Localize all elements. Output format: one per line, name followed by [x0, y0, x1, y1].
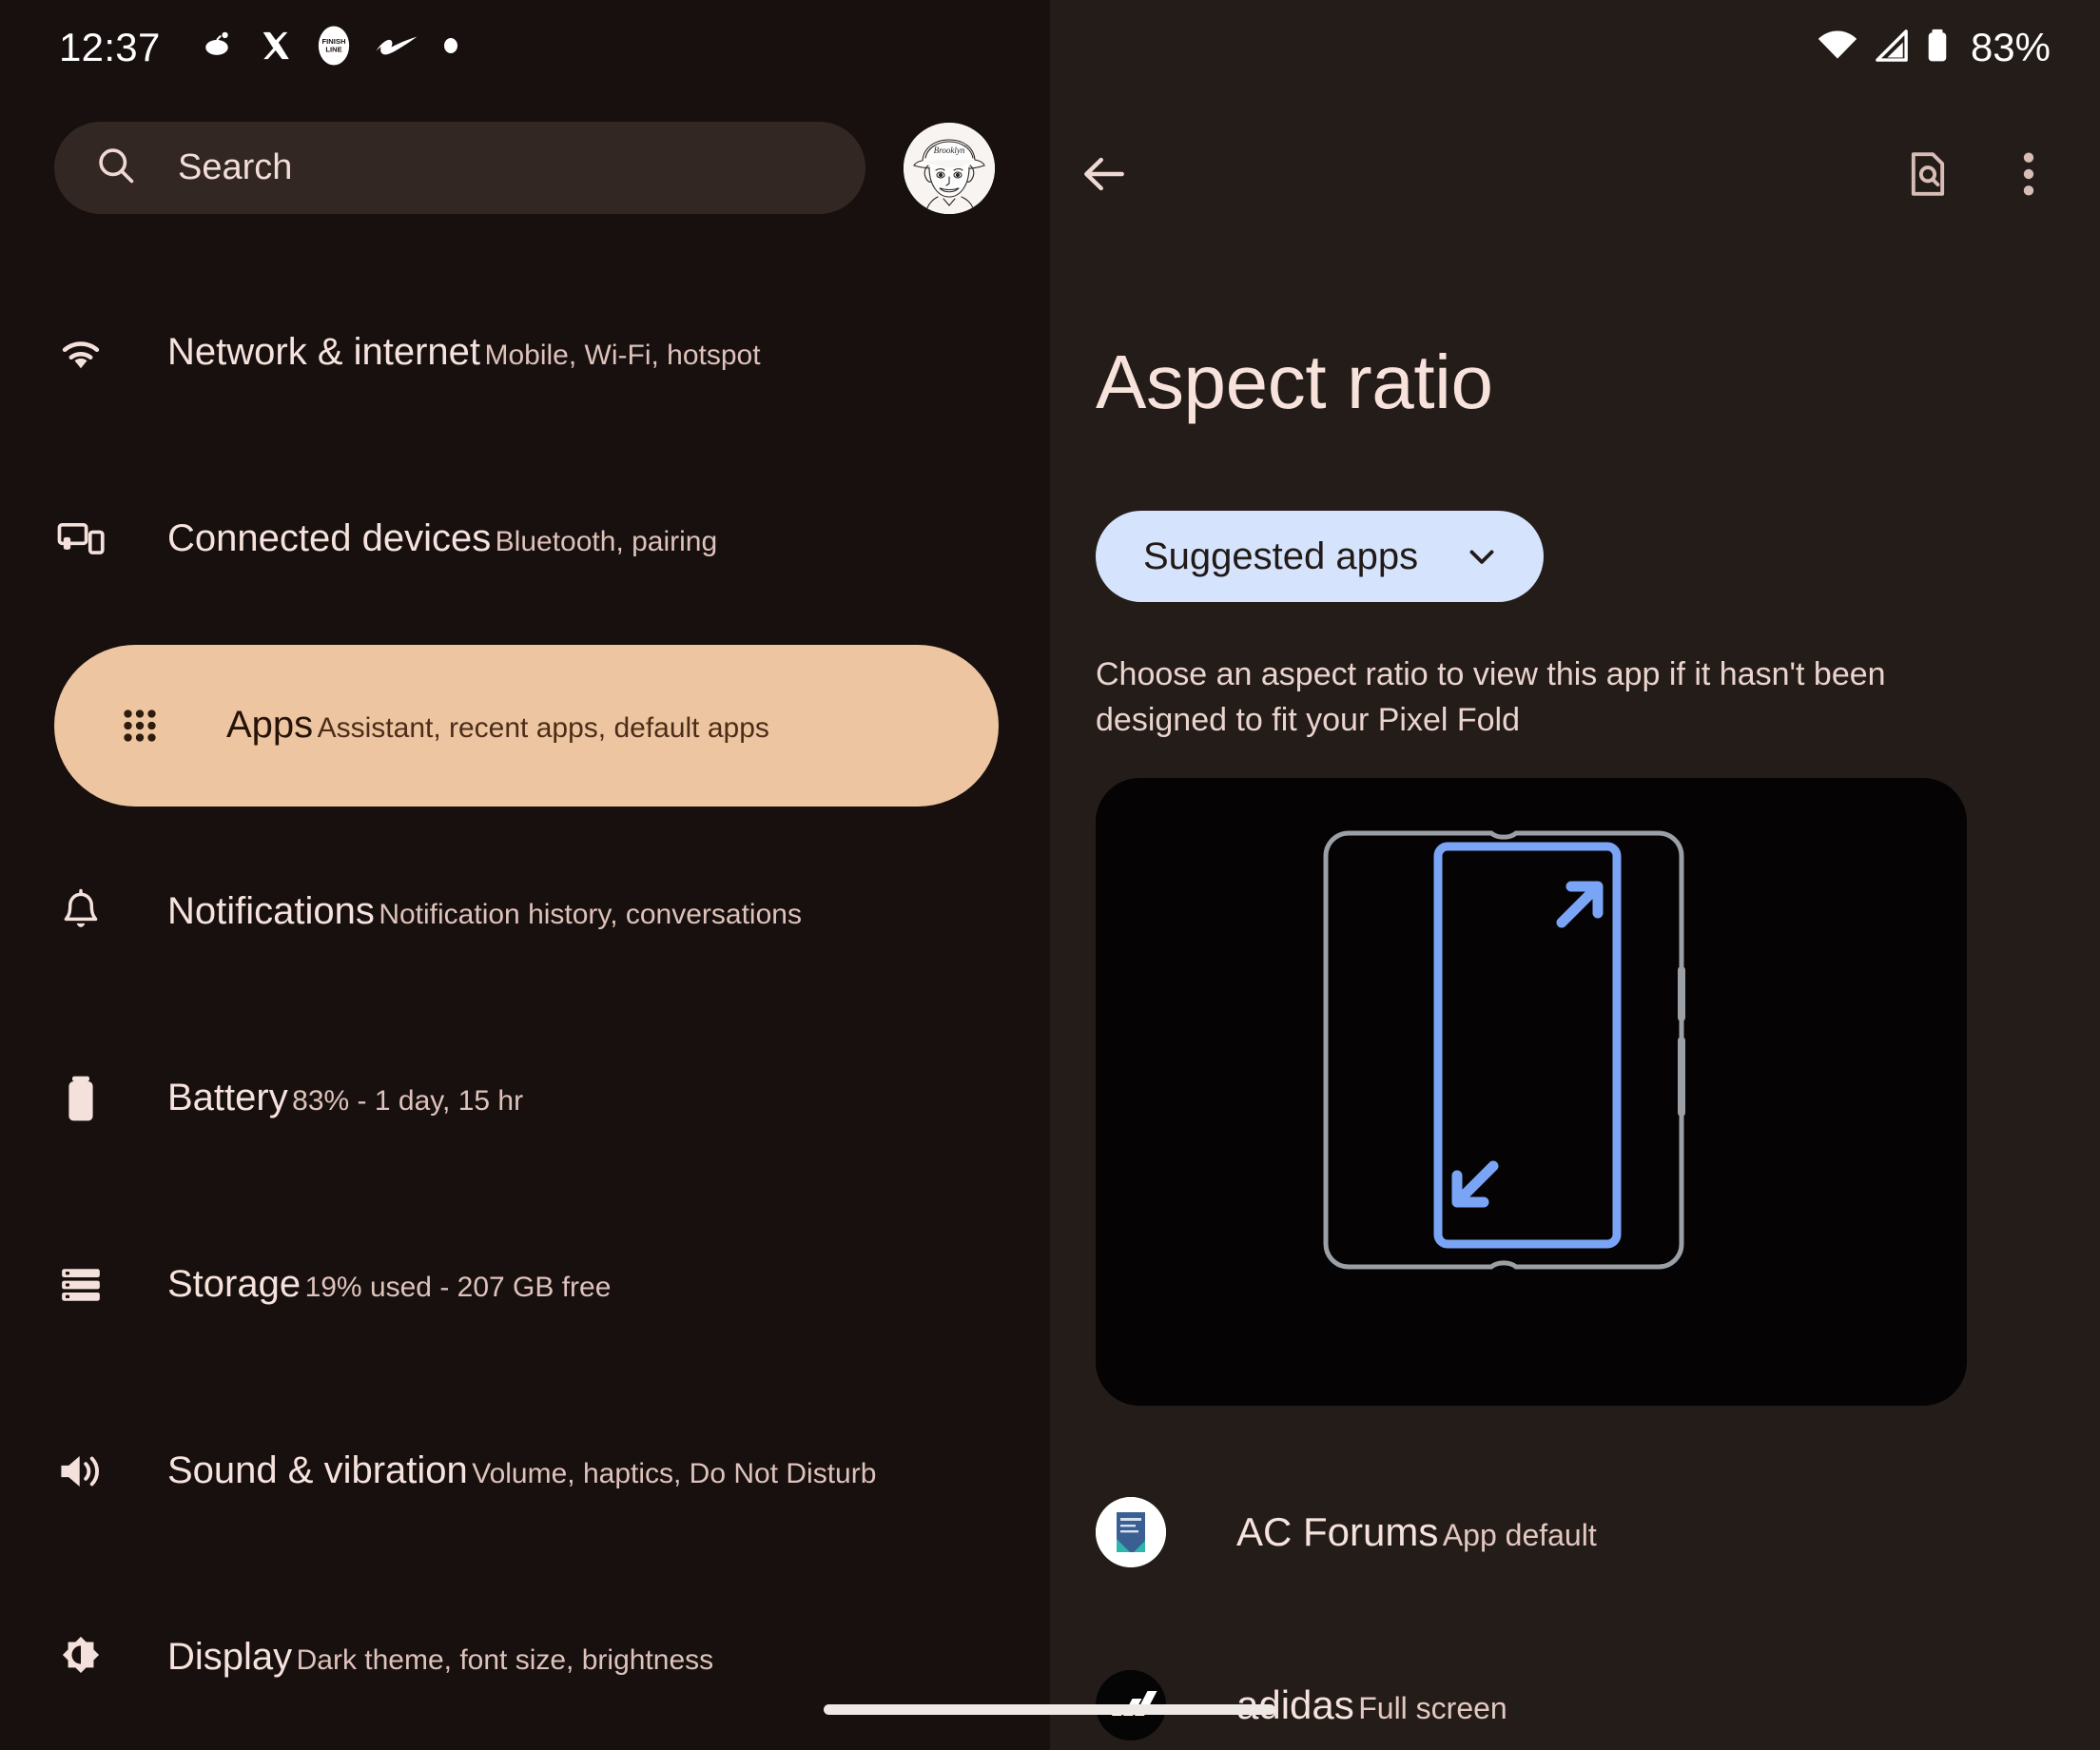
- back-arrow-icon: [1078, 147, 1131, 205]
- page-search-button[interactable]: [1891, 139, 1965, 213]
- sidebar-item-text: Apps Assistant, recent apps, default app…: [226, 704, 769, 748]
- status-bar-left: 12:37 FINISH LINE: [0, 0, 1050, 95]
- battery-icon: [1925, 28, 1950, 68]
- search-input[interactable]: Search: [54, 122, 865, 214]
- svg-text:FINISH: FINISH: [321, 36, 345, 45]
- x-twitter-icon: [260, 29, 292, 67]
- sidebar-item-subtitle: Volume, haptics, Do Not Disturb: [472, 1458, 877, 1490]
- list-item[interactable]: adidas Full screen: [1050, 1619, 2100, 1750]
- sidebar-item-title: Display: [167, 1636, 293, 1679]
- sidebar-item-text: Connected devices Bluetooth, pairing: [167, 517, 717, 561]
- sidebar-item-subtitle: Assistant, recent apps, default apps: [317, 712, 769, 745]
- status-clock: 12:37: [59, 25, 161, 69]
- wifi-icon: [1817, 29, 1858, 67]
- battery-icon: [54, 1073, 107, 1124]
- reddit-icon: [199, 28, 235, 68]
- list-item[interactable]: AC Forums App default: [1050, 1446, 2100, 1619]
- sidebar-item-subtitle: Bluetooth, pairing: [495, 526, 718, 558]
- search-placeholder: Search: [178, 147, 293, 187]
- filter-chip-label: Suggested apps: [1143, 535, 1419, 577]
- sidebar-item-title: Apps: [226, 704, 314, 747]
- settings-menu-list: Network & internet Mobile, Wi-Fi, hotspo…: [0, 272, 1050, 1750]
- sidebar-item-title: Network & internet: [167, 331, 481, 374]
- aspect-ratio-detail-pane: 83% Aspect ratio Suggested apps Choose a…: [1050, 0, 2100, 1750]
- svg-text:LINE: LINE: [325, 45, 341, 53]
- ac-forums-icon: [1096, 1497, 1166, 1567]
- sidebar-item-network-internet[interactable]: Network & internet Mobile, Wi-Fi, hotspo…: [0, 272, 1050, 434]
- connected-devices-icon: [54, 518, 107, 560]
- sidebar-item-subtitle: Dark theme, font size, brightness: [296, 1644, 714, 1677]
- sidebar-item-title: Storage: [167, 1263, 301, 1306]
- app-text: adidas Full screen: [1236, 1682, 1507, 1727]
- sidebar-item-subtitle: Notification history, conversations: [379, 899, 802, 931]
- sidebar-item-text: Sound & vibration Volume, haptics, Do No…: [167, 1449, 876, 1493]
- search-row: Search Brooklyn: [0, 122, 1050, 214]
- wifi-icon: [54, 332, 107, 374]
- svg-text:Brooklyn: Brooklyn: [934, 146, 965, 155]
- bell-icon: [54, 887, 107, 937]
- back-button[interactable]: [1051, 147, 1131, 205]
- aspect-ratio-preview: [1096, 778, 1967, 1406]
- sidebar-item-subtitle: Mobile, Wi-Fi, hotspot: [484, 340, 761, 372]
- chevron-down-icon: [1462, 536, 1502, 576]
- app-bar-actions: [1891, 139, 2100, 213]
- settings-two-pane-screen: 12:37 FINISH LINE Search Brooklyn Networ…: [0, 0, 2100, 1750]
- more-vertical-icon: [2022, 149, 2035, 204]
- app-status: Full screen: [1358, 1690, 1507, 1725]
- page-search-icon: [1905, 149, 1951, 204]
- sidebar-item-text: Storage 19% used - 207 GB free: [167, 1263, 611, 1307]
- sidebar-item-title: Notifications: [167, 890, 375, 933]
- sidebar-item-storage[interactable]: Storage 19% used - 207 GB free: [0, 1204, 1050, 1366]
- gesture-nav-pill[interactable]: [824, 1704, 1275, 1715]
- finish-line-icon: FINISH LINE: [317, 25, 351, 71]
- app-status: App default: [1442, 1517, 1597, 1552]
- aspect-ratio-description: Choose an aspect ratio to view this app …: [1096, 656, 1886, 739]
- sidebar-item-text: Notifications Notification history, conv…: [167, 890, 802, 934]
- app-name: AC Forums: [1236, 1508, 1439, 1554]
- settings-list-pane: 12:37 FINISH LINE Search Brooklyn Networ…: [0, 0, 1050, 1750]
- brightness-icon: [54, 1633, 107, 1682]
- sidebar-item-title: Connected devices: [167, 517, 492, 560]
- sidebar-item-text: Battery 83% - 1 day, 15 hr: [167, 1077, 523, 1120]
- app-text: AC Forums App default: [1236, 1508, 1597, 1554]
- sidebar-item-title: Battery: [167, 1077, 288, 1119]
- sidebar-item-text: Network & internet Mobile, Wi-Fi, hotspo…: [167, 331, 761, 375]
- dot-icon: [442, 37, 459, 59]
- sidebar-item-sound-vibration[interactable]: Sound & vibration Volume, haptics, Do No…: [0, 1390, 1050, 1552]
- nike-swoosh-icon: [376, 36, 418, 60]
- cellular-signal-icon: [1874, 29, 1910, 67]
- pixel-fold-outline: [1323, 830, 1685, 1270]
- detail-app-bar: [1050, 124, 2100, 228]
- sidebar-item-subtitle: 19% used - 207 GB free: [304, 1272, 612, 1304]
- sidebar-item-apps[interactable]: Apps Assistant, recent apps, default app…: [54, 645, 999, 807]
- battery-percent: 83%: [1970, 25, 2051, 69]
- status-bar-right: 83%: [1050, 0, 2100, 95]
- notification-icons: FINISH LINE: [199, 25, 459, 71]
- sidebar-item-notifications[interactable]: Notifications Notification history, conv…: [0, 831, 1050, 993]
- sidebar-item-text: Display Dark theme, font size, brightnes…: [167, 1636, 713, 1680]
- volume-icon: [54, 1449, 107, 1494]
- page-title: Aspect ratio: [1096, 340, 1493, 424]
- sidebar-item-battery[interactable]: Battery 83% - 1 day, 15 hr: [0, 1018, 1050, 1179]
- avatar[interactable]: Brooklyn: [904, 122, 995, 214]
- apps-grid-icon: [113, 702, 166, 749]
- sidebar-item-subtitle: 83% - 1 day, 15 hr: [292, 1085, 524, 1118]
- sidebar-item-title: Sound & vibration: [167, 1449, 468, 1492]
- filter-chip-suggested-apps[interactable]: Suggested apps: [1096, 511, 1545, 602]
- resize-arrows: [1451, 881, 1604, 1208]
- sidebar-item-connected-devices[interactable]: Connected devices Bluetooth, pairing: [0, 458, 1050, 620]
- search-icon: [94, 144, 138, 192]
- storage-icon: [54, 1263, 107, 1307]
- overflow-menu-button[interactable]: [1992, 139, 2066, 213]
